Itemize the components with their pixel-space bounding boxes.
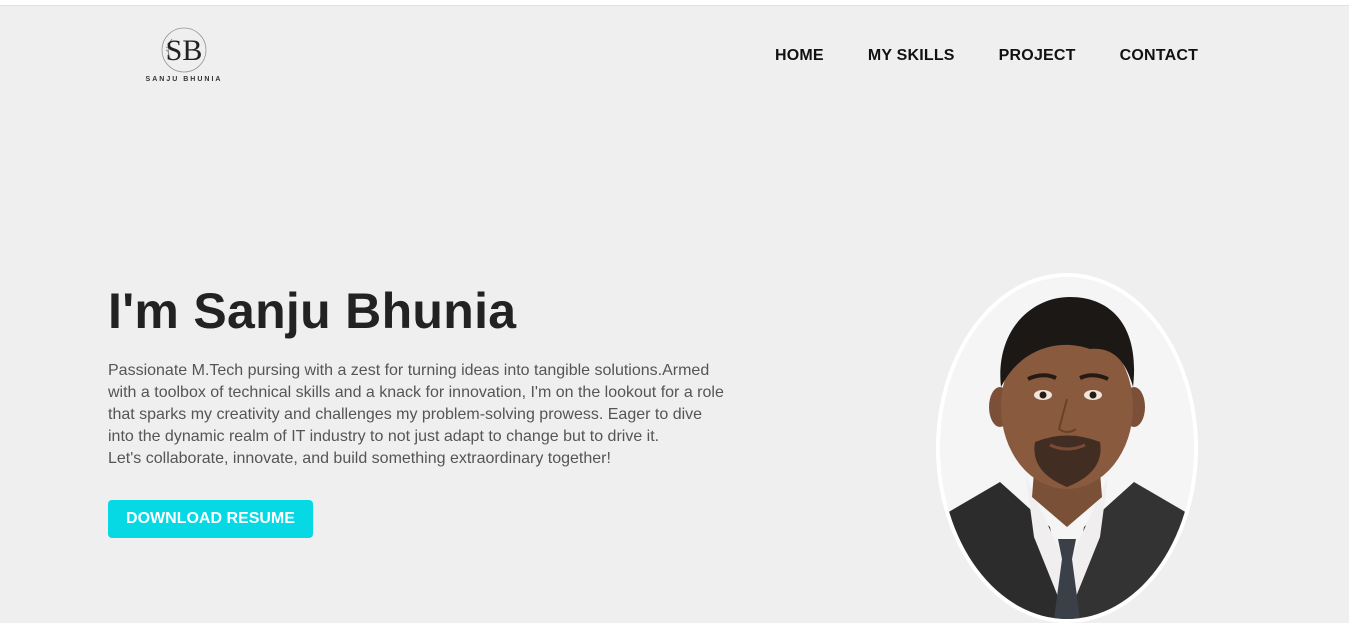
nav-home[interactable]: HOME	[753, 46, 846, 66]
nav-project[interactable]: PROJECT	[977, 46, 1098, 66]
bio-line: Let's collaborate, innovate, and build s…	[108, 450, 611, 467]
hero-bio: Passionate M.Tech pursing with a zest fo…	[108, 360, 748, 470]
download-resume-button[interactable]: DOWNLOAD RESUME	[108, 500, 313, 538]
main-nav: HOME MY SKILLS PROJECT CONTACT	[753, 46, 1220, 66]
bio-line: that sparks my creativity and challenges…	[108, 406, 703, 423]
bio-line: into the dynamic realm of IT industry to…	[108, 428, 660, 445]
bio-line: with a toolbox of technical skills and a…	[108, 384, 724, 401]
top-border	[0, 0, 1349, 6]
site-logo[interactable]: SB SANJU BHUNIA	[138, 24, 230, 88]
sb-monogram-icon: SB	[161, 27, 207, 73]
profile-photo	[936, 273, 1198, 623]
hero-title: I'm Sanju Bhunia	[108, 283, 517, 339]
person-portrait-icon	[940, 277, 1194, 619]
nav-my-skills[interactable]: MY SKILLS	[846, 46, 977, 66]
logo-text: SANJU BHUNIA	[145, 76, 223, 83]
bio-line: Passionate M.Tech pursing with a zest fo…	[108, 362, 710, 379]
nav-contact[interactable]: CONTACT	[1098, 46, 1220, 66]
logo-monogram: SB	[166, 34, 203, 67]
